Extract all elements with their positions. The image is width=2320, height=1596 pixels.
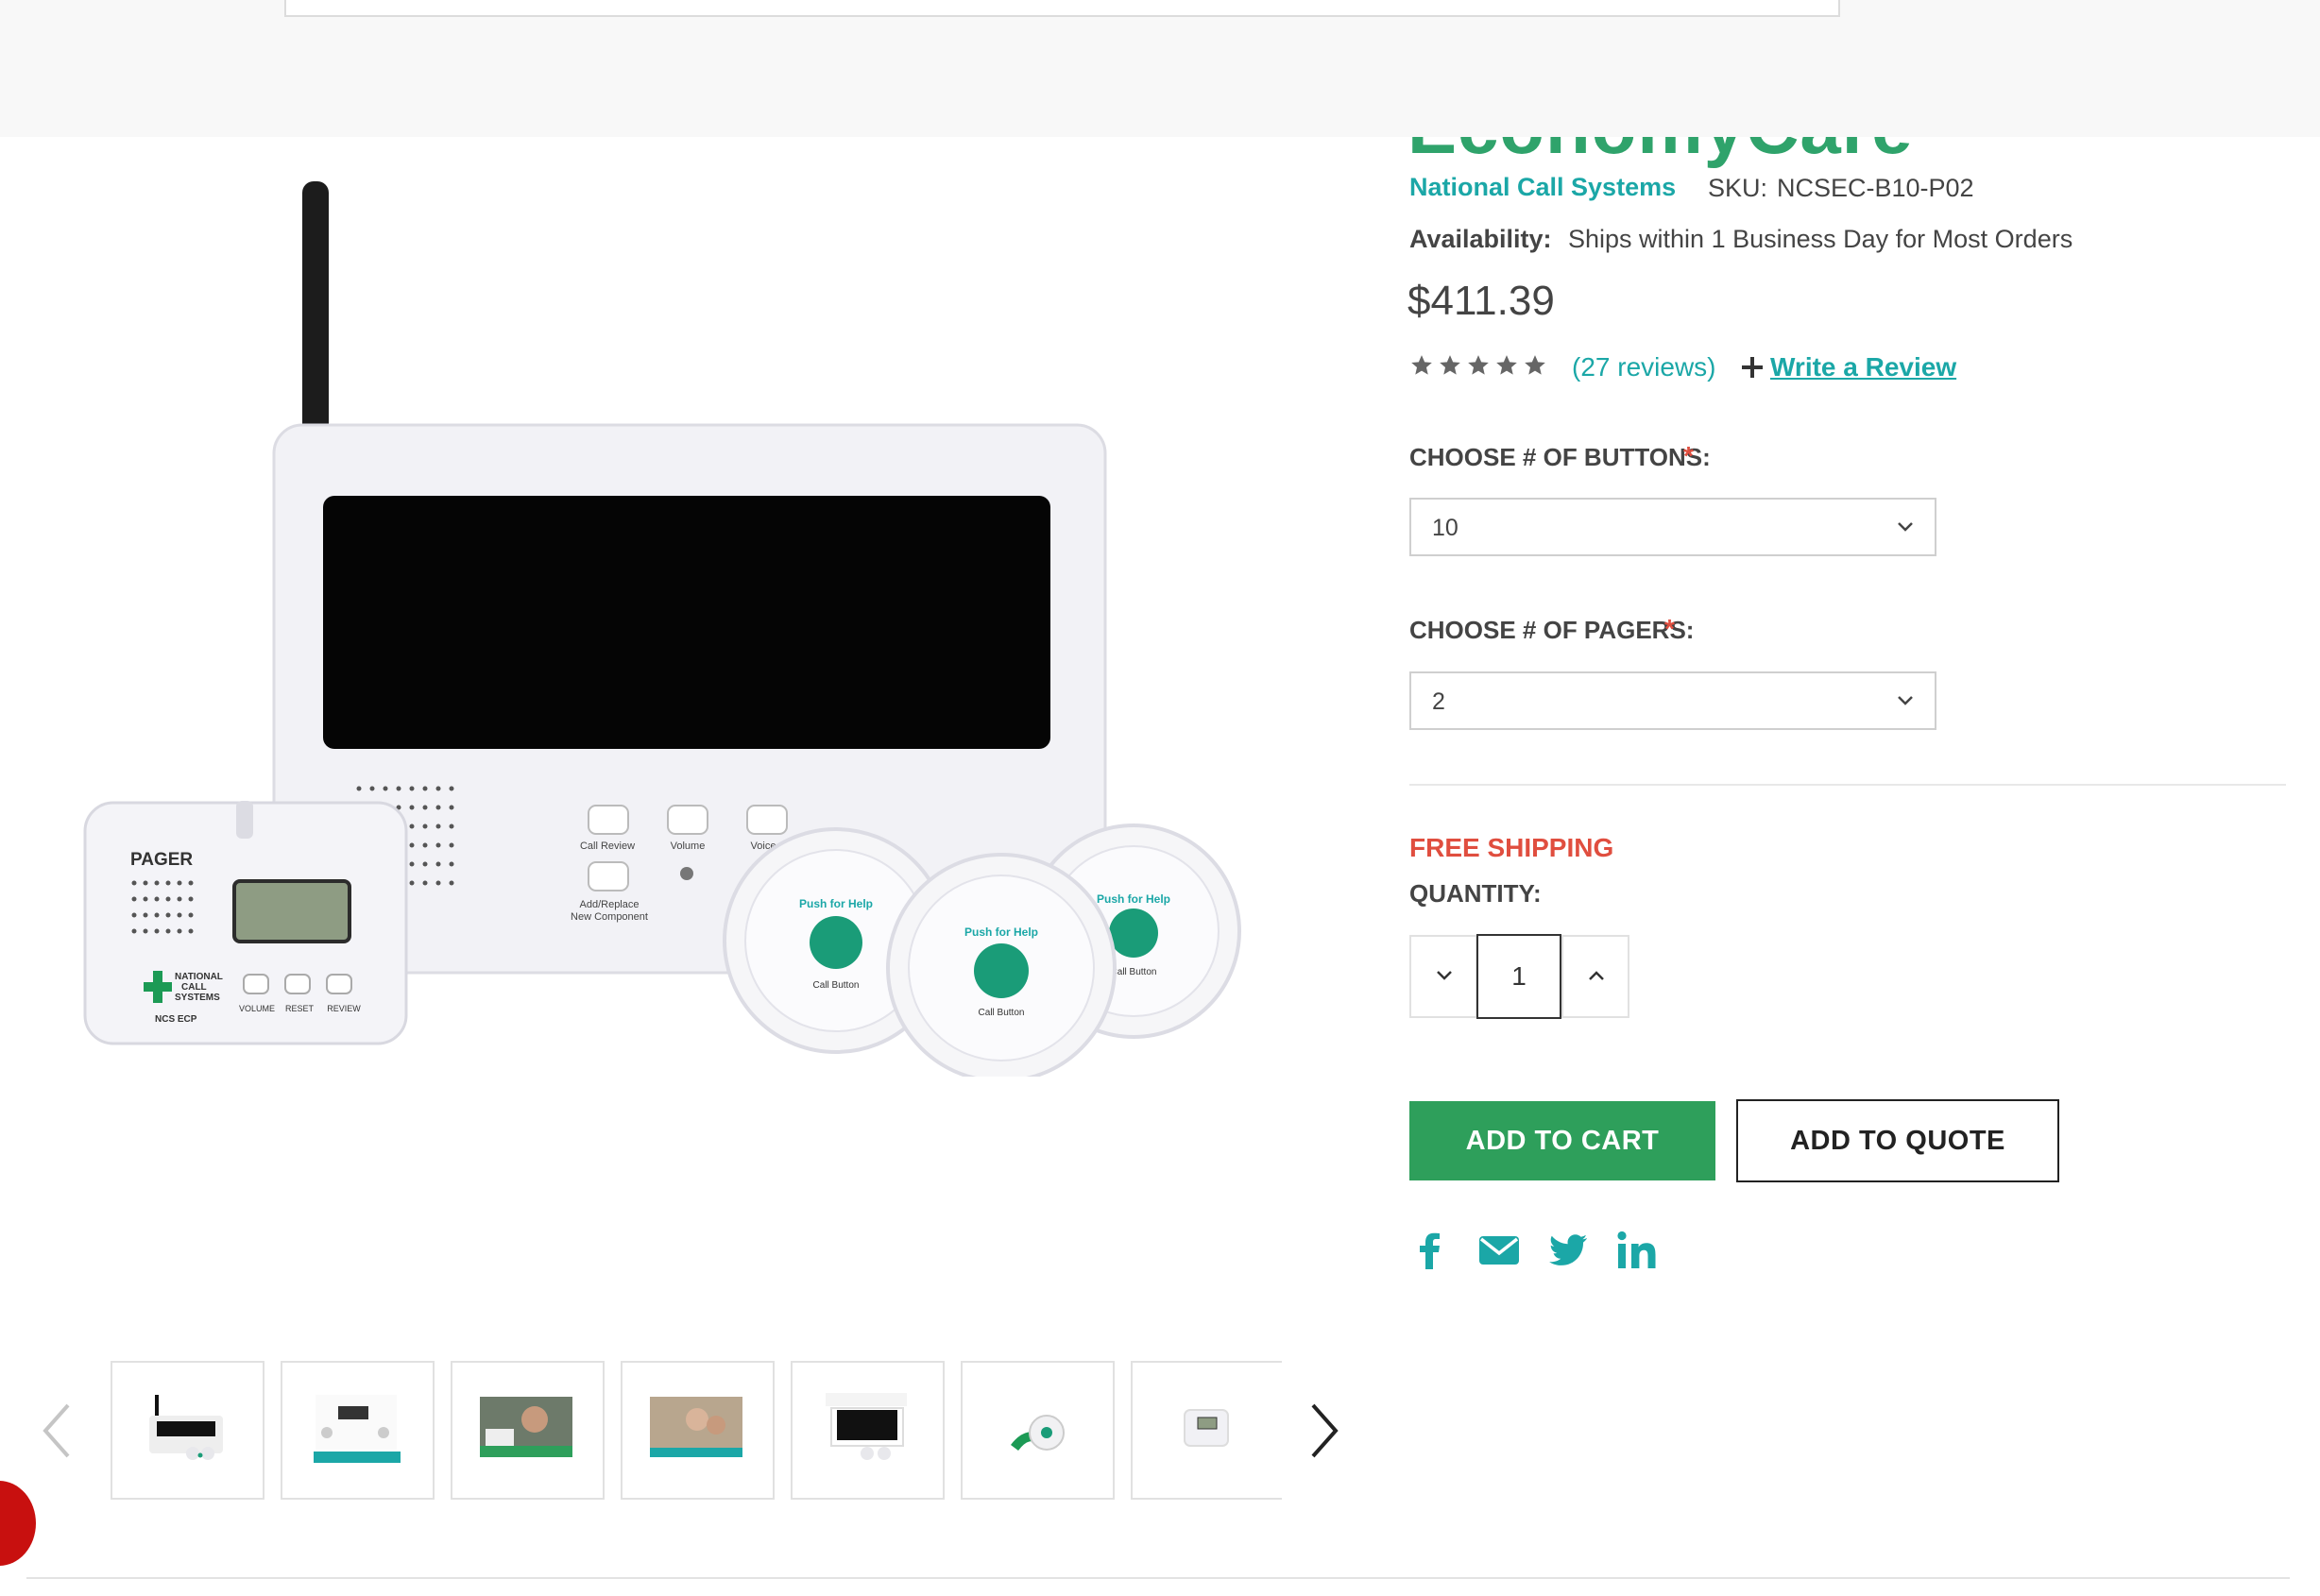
carousel-prev-arrow-icon[interactable] <box>36 1398 77 1464</box>
star-icon <box>1525 355 1545 375</box>
thumbnail-7[interactable] <box>1131 1361 1282 1500</box>
reviews-count-link[interactable]: (27 reviews) <box>1572 352 1715 382</box>
image-label-pager-review: REVIEW <box>327 1004 361 1013</box>
brand-link[interactable]: National Call Systems <box>1409 173 1676 202</box>
linkedin-icon[interactable] <box>1614 1228 1660 1273</box>
thumbnail-2[interactable] <box>281 1361 435 1500</box>
image-label-push-help-2: Push for Help <box>964 925 1038 939</box>
quantity-increase-button[interactable] <box>1561 935 1629 1018</box>
image-label-ncs-3: SYSTEMS <box>175 993 220 1003</box>
section-divider <box>26 1577 2290 1579</box>
sku-label: SKU: <box>1708 174 1768 202</box>
thumbnail-3[interactable] <box>451 1361 605 1500</box>
buttons-select-value: 10 <box>1432 515 1459 541</box>
image-label-new-component: New Component <box>571 911 648 923</box>
image-label-pager: PAGER <box>130 850 193 870</box>
chevron-down-icon <box>1898 696 1913 705</box>
image-label-call-button-1: Call Button <box>813 980 860 991</box>
free-shipping-badge: FREE SHIPPING <box>1409 833 1614 862</box>
site-header <box>0 0 2320 137</box>
email-icon[interactable] <box>1476 1228 1522 1273</box>
image-label-call-button-2: Call Button <box>979 1008 1025 1018</box>
buttons-select[interactable]: 10 <box>1409 498 1936 556</box>
thumbnail-4[interactable] <box>621 1361 775 1500</box>
thumbnail-1[interactable] <box>111 1361 264 1500</box>
chevron-down-icon <box>1437 971 1452 980</box>
thumbnail-strip <box>111 1361 1282 1500</box>
sku-value: NCSEC-B10-P02 <box>1777 174 1974 202</box>
twitter-icon[interactable] <box>1545 1228 1591 1273</box>
star-icon <box>1440 355 1460 375</box>
image-label-ncs-ecp: NCS ECP <box>155 1014 197 1025</box>
thumbnail-6[interactable] <box>961 1361 1115 1500</box>
facebook-icon[interactable] <box>1407 1228 1453 1273</box>
add-to-cart-button[interactable]: ADD TO CART <box>1409 1101 1715 1180</box>
star-icon <box>1411 355 1432 375</box>
thumbnail-5[interactable] <box>791 1361 945 1500</box>
image-label-push-help-3: Push for Help <box>1097 892 1170 906</box>
plus-icon <box>1742 357 1763 378</box>
chevron-up-icon <box>1589 971 1604 980</box>
chat-widget-button[interactable] <box>0 1481 36 1566</box>
image-label-pager-volume: VOLUME <box>239 1004 275 1013</box>
product-price: $411.39 <box>1407 278 1555 324</box>
carousel-next-arrow-icon[interactable] <box>1304 1398 1345 1464</box>
image-label-ncs-2: CALL <box>181 982 207 993</box>
pagers-select[interactable]: 2 <box>1409 671 1936 730</box>
availability-label: Availability: <box>1409 225 1552 253</box>
pagers-select-value: 2 <box>1432 688 1445 715</box>
quantity-input[interactable] <box>1476 934 1561 1019</box>
buttons-option-label: CHOOSE # OF BUTTONS: <box>1409 443 1711 471</box>
rating-stars <box>1409 353 1547 378</box>
quantity-label: QUANTITY: <box>1409 879 1542 908</box>
write-review-link[interactable]: Write a Review <box>1770 352 1956 382</box>
image-label-call-button-3: Call Button <box>1111 967 1157 977</box>
add-to-quote-button[interactable]: ADD TO QUOTE <box>1736 1099 2059 1182</box>
image-label-volume: Volume <box>671 840 706 852</box>
quantity-decrease-button[interactable] <box>1409 935 1477 1018</box>
pagers-option-label: CHOOSE # OF PAGERS: <box>1409 616 1695 644</box>
image-label-call-review: Call Review <box>580 840 635 852</box>
star-icon <box>1496 355 1517 375</box>
image-label-pager-reset: RESET <box>285 1004 315 1013</box>
star-icon <box>1468 355 1489 375</box>
availability-value: Ships within 1 Business Day for Most Ord… <box>1568 225 2073 253</box>
required-marker: * <box>1664 614 1675 643</box>
required-marker: * <box>1683 441 1694 470</box>
search-bar[interactable] <box>284 0 1840 17</box>
image-label-push-help-1: Push for Help <box>799 897 873 910</box>
options-divider <box>1409 784 2286 786</box>
image-label-ncs-1: NATIONAL <box>175 972 223 982</box>
image-label-add-replace: Add/Replace <box>580 899 640 910</box>
product-main-image[interactable]: Call Review Volume Voice Add/Replace New… <box>76 170 1256 1077</box>
chevron-down-icon <box>1898 522 1913 532</box>
